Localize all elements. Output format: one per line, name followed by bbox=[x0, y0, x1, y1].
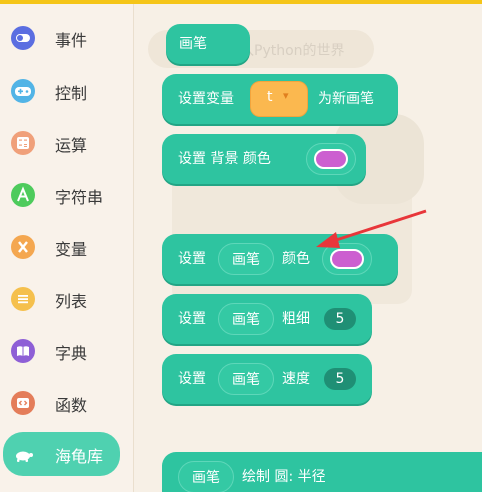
sidebar-item-label: 海龟库 bbox=[55, 447, 104, 466]
annotation-arrow bbox=[316, 209, 427, 248]
sidebar-item-events[interactable]: 事件 bbox=[0, 16, 134, 60]
sidebar-item-label: 函数 bbox=[55, 396, 88, 415]
turtle-icon bbox=[11, 442, 35, 466]
sidebar-item-turtle[interactable]: 海龟库 bbox=[3, 432, 120, 476]
sidebar-item-label: 变量 bbox=[55, 240, 88, 259]
category-sidebar: 事件 控制 运算 字符串 变量 列表 字典 函数 海龟库 bbox=[0, 4, 134, 492]
sidebar-item-control[interactable]: 控制 bbox=[0, 69, 134, 113]
sidebar-item-lists[interactable]: 列表 bbox=[0, 277, 134, 321]
code-icon bbox=[11, 391, 35, 415]
letter-a-icon bbox=[11, 183, 35, 207]
sidebar-item-label: 字典 bbox=[55, 344, 88, 363]
toggle-icon bbox=[11, 26, 35, 50]
sidebar-item-label: 字符串 bbox=[55, 188, 104, 207]
sidebar-item-label: 运算 bbox=[55, 136, 88, 155]
blocks-palette: 进入Python的世界 画笔 设置变量 t ▾ 为新画笔 设置 背景 颜色 设置… bbox=[134, 4, 482, 492]
list-icon bbox=[11, 287, 35, 311]
sidebar-item-strings[interactable]: 字符串 bbox=[0, 173, 134, 217]
calculator-icon bbox=[11, 131, 35, 155]
gamepad-icon bbox=[11, 79, 35, 103]
sidebar-item-variables[interactable]: 变量 bbox=[0, 225, 134, 269]
x-variable-icon bbox=[11, 235, 35, 259]
sidebar-item-label: 事件 bbox=[55, 31, 88, 50]
book-icon bbox=[11, 339, 35, 363]
sidebar-item-dicts[interactable]: 字典 bbox=[0, 329, 134, 373]
sidebar-item-label: 控制 bbox=[55, 84, 88, 103]
sidebar-item-operators[interactable]: 运算 bbox=[0, 121, 134, 165]
sidebar-item-functions[interactable]: 函数 bbox=[0, 381, 134, 425]
sidebar-item-label: 列表 bbox=[55, 292, 88, 311]
